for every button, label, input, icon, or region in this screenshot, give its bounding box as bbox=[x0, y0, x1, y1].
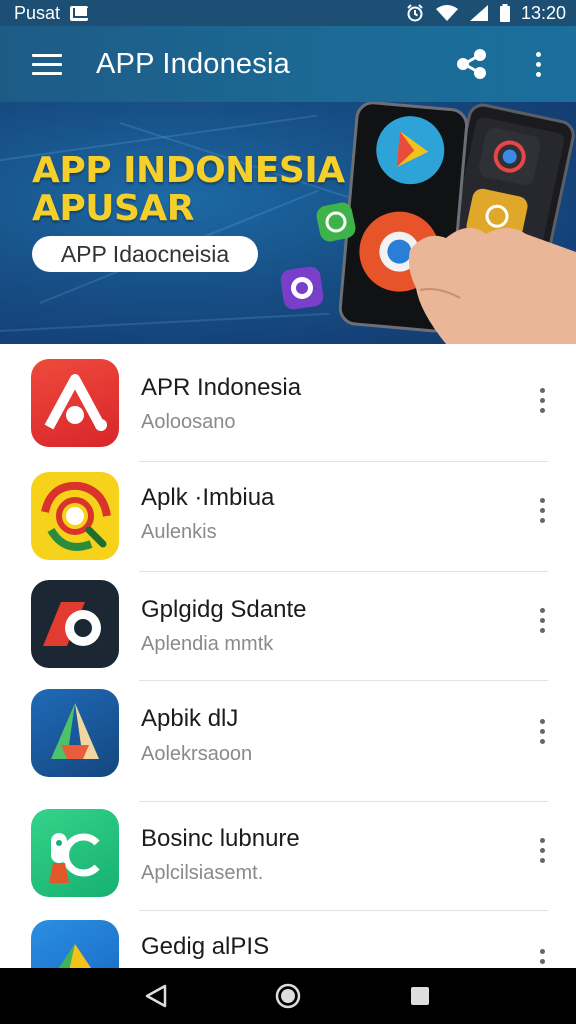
back-icon[interactable] bbox=[132, 972, 180, 1020]
list-item[interactable]: Gedig alPIS bbox=[0, 911, 576, 968]
app-icon-dark-ring bbox=[31, 580, 119, 668]
status-time: 13:20 bbox=[520, 2, 566, 23]
app-title: Gplgidg Sdante bbox=[141, 596, 307, 623]
app-list: APR Indonesia Aoloosano Aplk ·Imbiua Aul… bbox=[0, 344, 576, 968]
alarm-icon bbox=[407, 4, 423, 22]
list-item[interactable]: APR Indonesia Aoloosano bbox=[0, 344, 576, 454]
app-icon-green-c bbox=[31, 809, 119, 897]
more-vert-icon[interactable] bbox=[524, 378, 560, 422]
carrier-name: Pusat bbox=[14, 2, 61, 23]
promo-banner[interactable]: APP INDONESIA APUSAR APP Idaocneisia bbox=[0, 102, 576, 344]
banner-pill[interactable]: APP Idaocneisia bbox=[32, 236, 258, 272]
status-right: 13:20 bbox=[405, 3, 566, 24]
recents-icon[interactable] bbox=[396, 972, 444, 1020]
app-title: Apbik dlJ bbox=[141, 705, 239, 732]
app-title: APP Indonesia bbox=[96, 47, 290, 80]
app-icon-yellow-swirl bbox=[31, 472, 119, 560]
app-icon-blue-triangle bbox=[31, 920, 119, 968]
app-icon-red-a bbox=[31, 359, 119, 447]
system-nav-bar bbox=[0, 968, 576, 1024]
more-vert-icon[interactable] bbox=[524, 488, 560, 532]
app-subtitle: Aulenkis bbox=[141, 521, 217, 543]
menu-icon[interactable] bbox=[16, 34, 76, 94]
more-vert-icon[interactable] bbox=[514, 40, 562, 88]
app-subtitle: Aplcilsiasemt. bbox=[141, 862, 264, 884]
battery-icon bbox=[499, 4, 510, 22]
list-item[interactable]: Gplgidg Sdante Aplendia mmtk bbox=[0, 572, 576, 682]
wifi-icon bbox=[435, 5, 458, 21]
app-title: APR Indonesia bbox=[141, 374, 302, 401]
more-vert-icon[interactable] bbox=[524, 709, 560, 753]
status-left: Pusat bbox=[14, 2, 89, 24]
more-vert-icon[interactable] bbox=[524, 598, 560, 642]
signal-icon bbox=[469, 5, 488, 21]
banner-phones-illustration bbox=[280, 102, 576, 344]
app-subtitle: Aplendia mmtk bbox=[141, 633, 274, 655]
app-subtitle: Aolekrsaoon bbox=[141, 743, 253, 765]
app-bar: APP Indonesia bbox=[0, 26, 576, 102]
status-bar: Pusat 13:20 bbox=[0, 0, 576, 26]
banner-title-line2: APUSAR bbox=[32, 188, 195, 229]
app-title: Bosinc lubnure bbox=[141, 825, 300, 852]
app-icon-blue-a bbox=[31, 689, 119, 777]
list-item[interactable]: Apbik dlJ Aolekrsaoon bbox=[0, 681, 576, 791]
app-title: Aplk ·Imbiua bbox=[141, 484, 275, 511]
home-icon[interactable] bbox=[264, 972, 312, 1020]
app-title: Gedig alPIS bbox=[141, 933, 270, 960]
more-vert-icon[interactable] bbox=[524, 939, 560, 968]
list-item[interactable]: Bosinc lubnure Aplcilsiasemt. bbox=[0, 802, 576, 912]
app-subtitle: Aoloosano bbox=[141, 411, 236, 433]
mail-icon bbox=[70, 5, 89, 21]
share-icon[interactable] bbox=[448, 40, 496, 88]
more-vert-icon[interactable] bbox=[524, 828, 560, 872]
list-item[interactable]: Aplk ·Imbiua Aulenkis bbox=[0, 462, 576, 572]
